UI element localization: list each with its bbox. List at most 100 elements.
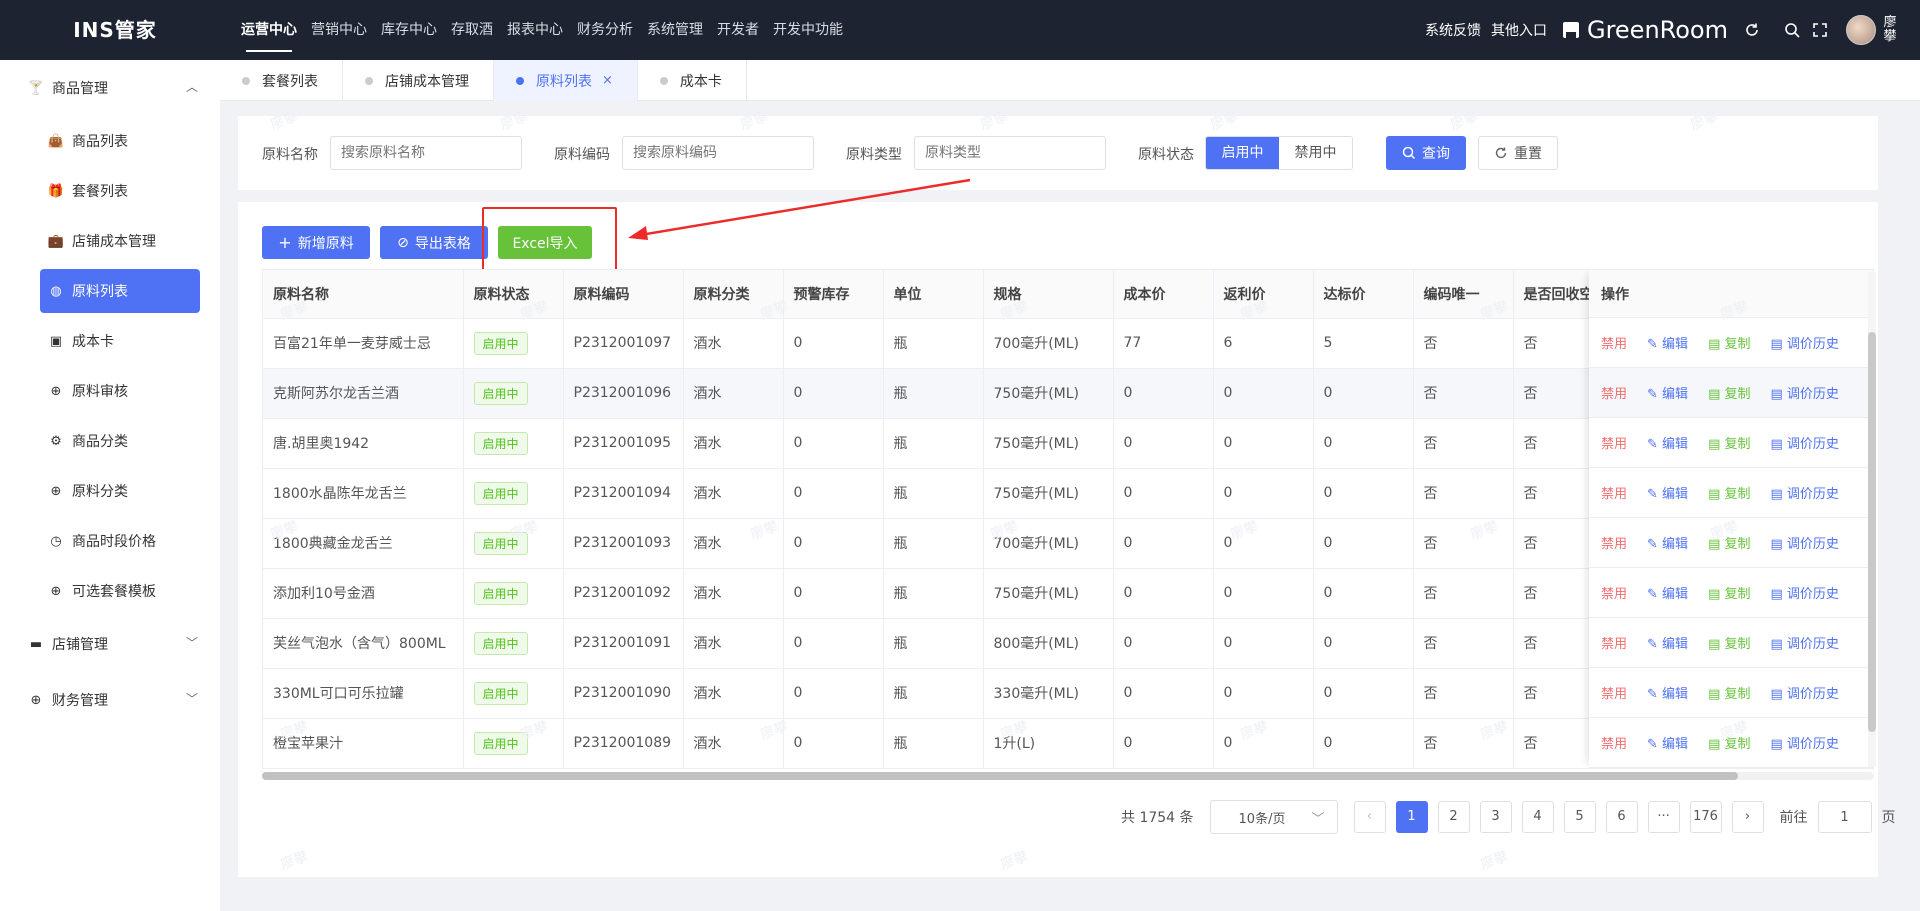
page-button[interactable]: 1 bbox=[1395, 801, 1428, 833]
disable-button[interactable]: 禁用 bbox=[1601, 333, 1627, 352]
copy-button[interactable]: ▤ 复制 bbox=[1708, 383, 1750, 402]
status-cell: 启用中 bbox=[463, 518, 564, 569]
sidebar-item-cost-card[interactable]: ▣ 成本卡 bbox=[0, 316, 220, 366]
app-logo[interactable]: INS管家 bbox=[0, 0, 230, 60]
page-size-select[interactable]: 10条/页 ﹀ bbox=[1209, 800, 1338, 834]
copy-button[interactable]: ▤ 复制 bbox=[1708, 733, 1750, 752]
fullscreen-icon[interactable] bbox=[1806, 0, 1834, 60]
price-history-button[interactable]: ▤ 调价历史 bbox=[1771, 483, 1839, 502]
disable-button[interactable]: 禁用 bbox=[1601, 383, 1627, 402]
copy-button[interactable]: ▤ 复制 bbox=[1708, 333, 1750, 352]
sidebar-group-finance[interactable]: ⊕ 财务管理 ﹀ bbox=[0, 672, 220, 728]
page-button[interactable]: 4 bbox=[1521, 801, 1554, 833]
top-nav-item[interactable]: 营销中心 bbox=[304, 0, 374, 60]
tab-material-list[interactable]: 原料列表 × bbox=[494, 60, 638, 101]
sidebar-item-time-price[interactable]: ◷ 商品时段价格 bbox=[0, 516, 220, 566]
copy-button[interactable]: ▤ 复制 bbox=[1708, 583, 1750, 602]
type-input[interactable] bbox=[914, 136, 1106, 170]
sidebar-item-product-category[interactable]: ⚙ 商品分类 bbox=[0, 416, 220, 466]
tab-cost-card[interactable]: 成本卡 bbox=[638, 60, 747, 101]
code-search-input[interactable] bbox=[622, 136, 814, 170]
disable-button[interactable]: 禁用 bbox=[1601, 733, 1627, 752]
edit-button[interactable]: ✎ 编辑 bbox=[1647, 533, 1688, 552]
refresh-icon[interactable] bbox=[1738, 0, 1766, 60]
pagination: 共 1754 条 10条/页 ﹀ ‹ 1 2 3 4 5 6 ··· 176 ›… bbox=[1121, 800, 1896, 834]
reset-button[interactable]: 重置 bbox=[1478, 136, 1558, 170]
prev-page-button[interactable]: ‹ bbox=[1353, 801, 1386, 833]
price-history-button[interactable]: ▤ 调价历史 bbox=[1771, 733, 1839, 752]
status-disabled-button[interactable]: 禁用中 bbox=[1279, 137, 1352, 169]
page-button[interactable]: 6 bbox=[1605, 801, 1638, 833]
close-icon[interactable]: × bbox=[602, 73, 613, 88]
sidebar-item-store-cost[interactable]: 💼 店铺成本管理 bbox=[0, 216, 220, 266]
more-pages-button[interactable]: ··· bbox=[1647, 801, 1680, 833]
edit-button[interactable]: ✎ 编辑 bbox=[1647, 583, 1688, 602]
sidebar-item-combo-list[interactable]: 🎁 套餐列表 bbox=[0, 166, 220, 216]
sidebar-item-combo-template[interactable]: ⊕ 可选套餐模板 bbox=[0, 566, 220, 616]
vertical-scroll-thumb[interactable] bbox=[1868, 332, 1876, 732]
edit-button[interactable]: ✎ 编辑 bbox=[1647, 333, 1688, 352]
export-table-button[interactable]: ⊘ 导出表格 bbox=[380, 226, 488, 259]
top-nav-item[interactable]: 开发者 bbox=[710, 0, 766, 60]
feedback-link[interactable]: 系统反馈 bbox=[1425, 20, 1481, 40]
copy-button[interactable]: ▤ 复制 bbox=[1708, 633, 1750, 652]
top-nav-item[interactable]: 财务分析 bbox=[570, 0, 640, 60]
edit-button[interactable]: ✎ 编辑 bbox=[1647, 633, 1688, 652]
user-name[interactable]: 廖攀 bbox=[1882, 16, 1898, 44]
disable-button[interactable]: 禁用 bbox=[1601, 483, 1627, 502]
query-button[interactable]: 查询 bbox=[1386, 136, 1466, 170]
store-switcher[interactable]: GreenRoom bbox=[1562, 16, 1728, 44]
name-search-input[interactable] bbox=[330, 136, 522, 170]
tab-store-cost[interactable]: 店铺成本管理 bbox=[343, 60, 494, 101]
page-button[interactable]: 176 bbox=[1689, 801, 1722, 833]
disable-button[interactable]: 禁用 bbox=[1601, 433, 1627, 452]
edit-button[interactable]: ✎ 编辑 bbox=[1647, 733, 1688, 752]
price-history-button[interactable]: ▤ 调价历史 bbox=[1771, 583, 1839, 602]
top-nav-item[interactable]: 库存中心 bbox=[374, 0, 444, 60]
horizontal-scrollbar[interactable] bbox=[262, 772, 1874, 780]
avatar[interactable] bbox=[1846, 15, 1876, 45]
page-button[interactable]: 3 bbox=[1479, 801, 1512, 833]
copy-button[interactable]: ▤ 复制 bbox=[1708, 533, 1750, 552]
other-entry-link[interactable]: 其他入口 bbox=[1491, 20, 1547, 40]
price-history-button[interactable]: ▤ 调价历史 bbox=[1771, 533, 1839, 552]
price-history-button[interactable]: ▤ 调价历史 bbox=[1771, 383, 1839, 402]
disable-button[interactable]: 禁用 bbox=[1601, 533, 1627, 552]
page-button[interactable]: 2 bbox=[1437, 801, 1470, 833]
edit-button[interactable]: ✎ 编辑 bbox=[1647, 433, 1688, 452]
price-history-button[interactable]: ▤ 调价历史 bbox=[1771, 633, 1839, 652]
edit-button[interactable]: ✎ 编辑 bbox=[1647, 483, 1688, 502]
price-history-button[interactable]: ▤ 调价历史 bbox=[1771, 433, 1839, 452]
copy-button[interactable]: ▤ 复制 bbox=[1708, 483, 1750, 502]
search-icon[interactable] bbox=[1778, 0, 1806, 60]
sidebar-item-product-list[interactable]: 👜 商品列表 bbox=[0, 116, 220, 166]
copy-button[interactable]: ▤ 复制 bbox=[1708, 433, 1750, 452]
sidebar-group-store[interactable]: ▬ 店铺管理 ﹀ bbox=[0, 616, 220, 672]
sidebar-item-material-list[interactable]: ◍ 原料列表 bbox=[40, 269, 200, 313]
table-cell: 否 bbox=[1413, 618, 1514, 669]
sidebar-item-material-category[interactable]: ⊕ 原料分类 bbox=[0, 466, 220, 516]
page-button[interactable]: 5 bbox=[1563, 801, 1596, 833]
top-nav-item[interactable]: 开发中功能 bbox=[766, 0, 850, 60]
next-page-button[interactable]: › bbox=[1731, 801, 1764, 833]
disable-button[interactable]: 禁用 bbox=[1601, 683, 1627, 702]
edit-button[interactable]: ✎ 编辑 bbox=[1647, 383, 1688, 402]
top-nav-item[interactable]: 系统管理 bbox=[640, 0, 710, 60]
top-nav-item[interactable]: 报表中心 bbox=[500, 0, 570, 60]
add-material-button[interactable]: + 新增原料 bbox=[262, 226, 370, 259]
copy-button[interactable]: ▤ 复制 bbox=[1708, 683, 1750, 702]
disable-button[interactable]: 禁用 bbox=[1601, 633, 1627, 652]
disable-button[interactable]: 禁用 bbox=[1601, 583, 1627, 602]
edit-button[interactable]: ✎ 编辑 bbox=[1647, 683, 1688, 702]
goto-page-input[interactable] bbox=[1817, 801, 1872, 833]
price-history-button[interactable]: ▤ 调价历史 bbox=[1771, 333, 1839, 352]
status-enabled-button[interactable]: 启用中 bbox=[1206, 137, 1279, 169]
top-nav-item[interactable]: 存取酒 bbox=[444, 0, 500, 60]
top-nav-item[interactable]: 运营中心 bbox=[234, 0, 304, 60]
sidebar-group-product[interactable]: 🍸 商品管理 ︿ bbox=[0, 60, 220, 116]
sidebar-item-material-review[interactable]: ⊕ 原料审核 bbox=[0, 366, 220, 416]
horizontal-scroll-thumb[interactable] bbox=[262, 772, 1738, 780]
tab-combo-list[interactable]: 套餐列表 bbox=[220, 60, 343, 101]
price-history-button[interactable]: ▤ 调价历史 bbox=[1771, 683, 1839, 702]
vertical-scrollbar[interactable] bbox=[1868, 272, 1876, 767]
